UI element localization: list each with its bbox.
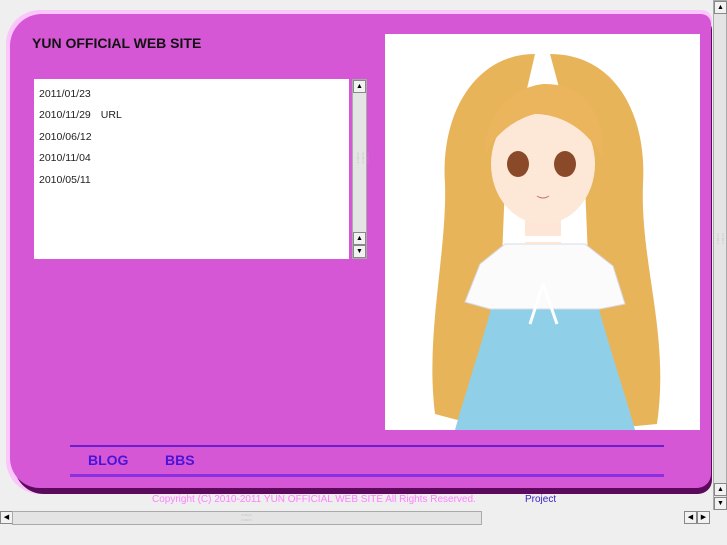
scroll-up-icon[interactable]: ▲ — [714, 483, 727, 496]
news-item[interactable]: 2010/11/04 — [39, 152, 101, 164]
news-date: 2010/06/12 — [39, 131, 92, 143]
news-date: 2010/11/29 — [39, 109, 91, 121]
nav-divider-top — [70, 445, 664, 447]
nav-bbs-link[interactable]: BBS — [165, 452, 195, 468]
scroll-grip-icon[interactable]: ⋮⋮⋮⋮⋮⋮ — [715, 234, 727, 245]
copyright-text: Copyright (C) 2010-2011 YUN OFFICIAL WEB… — [152, 494, 476, 505]
scroll-right-icon[interactable]: ▶ — [697, 511, 710, 524]
nav-blog-link[interactable]: BLOG — [88, 452, 128, 468]
site-title: YUN OFFICIAL WEB SITE — [32, 35, 202, 51]
news-item[interactable]: 2010/05/11 — [39, 174, 101, 186]
scroll-up-icon[interactable]: ▲ — [714, 1, 727, 14]
character-illustration — [385, 34, 700, 430]
scroll-thumb[interactable]: ⋯⋯ ⋯⋯ — [12, 511, 482, 525]
news-item[interactable]: 2011/01/23 — [39, 88, 101, 100]
page-horizontal-scrollbar[interactable]: ◀ ⋯⋯ ⋯⋯ ◀ ▶ — [0, 511, 713, 525]
news-item[interactable]: 2010/06/12 — [39, 131, 102, 143]
scroll-grip-icon[interactable]: ⋯⋯ ⋯⋯ — [241, 513, 252, 524]
scroll-left-icon[interactable]: ◀ — [684, 511, 697, 524]
news-text[interactable]: URL — [101, 109, 122, 121]
news-scrollbar[interactable]: ▲ ⋮⋮⋮ ⋮⋮⋮ ▲ ▼ — [352, 79, 371, 259]
scroll-down-icon[interactable]: ▼ — [714, 497, 727, 510]
scroll-up-icon[interactable]: ▲ — [353, 232, 366, 245]
page-vertical-scrollbar[interactable]: ▲ ⋮⋮⋮⋮⋮⋮ ▲ ▼ — [713, 0, 727, 510]
nav-divider-bottom — [70, 474, 664, 477]
project-link[interactable]: Project — [525, 494, 556, 505]
news-date: 2010/05/11 — [39, 174, 91, 186]
scroll-grip-icon[interactable]: ⋮⋮⋮⋮⋮⋮ — [355, 153, 371, 164]
news-date: 2011/01/23 — [39, 88, 91, 100]
scroll-down-icon[interactable]: ▼ — [353, 245, 366, 258]
news-date: 2010/11/04 — [39, 152, 91, 164]
news-list: 2011/01/23 2010/11/29 URL 2010/06/12 2010… — [34, 79, 349, 259]
scroll-up-icon[interactable]: ▲ — [353, 80, 366, 93]
news-item[interactable]: 2010/11/29 URL — [39, 109, 122, 121]
